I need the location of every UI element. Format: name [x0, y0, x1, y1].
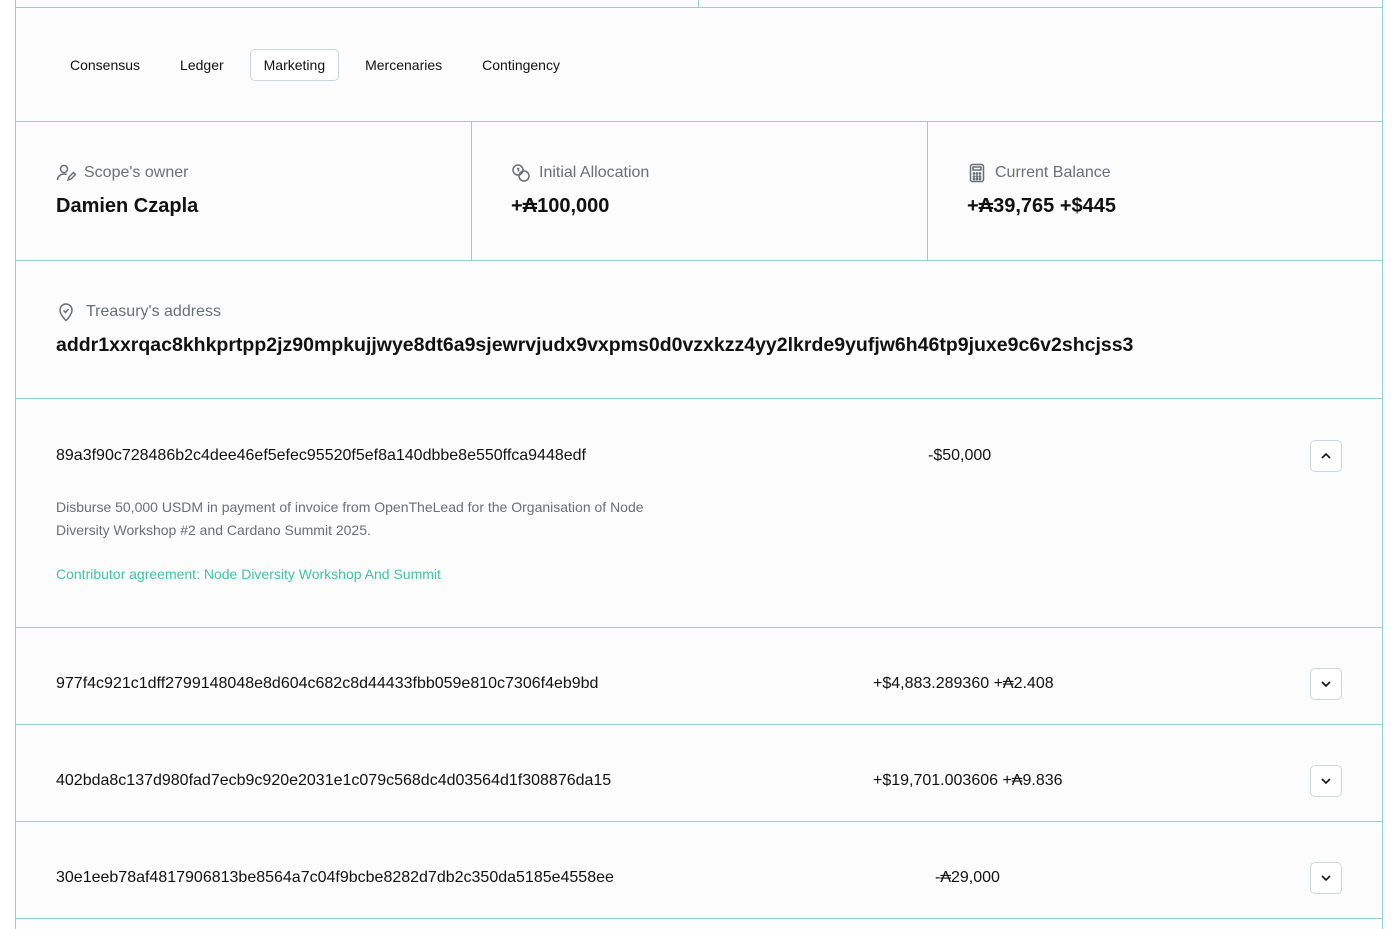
tab-contingency[interactable]: Contingency — [468, 49, 574, 81]
top-strip — [16, 0, 1382, 8]
transaction-hash: 402bda8c137d980fad7ecb9c920e2031e1c079c5… — [56, 772, 612, 789]
calculator-icon — [969, 163, 985, 183]
chevron-up-icon — [1321, 452, 1331, 459]
treasury-label: Treasury's address — [86, 303, 221, 320]
balance-stat: Current Balance +₳39,765 +$445 — [927, 122, 1383, 260]
tab-marketing[interactable]: Marketing — [249, 49, 340, 81]
transaction-row: 30e1eeb78af4817906813be8564a7c04f9bcbe82… — [16, 822, 1382, 918]
transaction-amount: -₳29,000 — [935, 869, 1000, 886]
balance-value: +₳39,765 +$445 — [967, 195, 1117, 217]
expand-button[interactable] — [1310, 765, 1342, 797]
transaction-row: 977f4c921c1dff2799148048e8d604c682c8d444… — [16, 628, 1382, 724]
transaction-hash: 977f4c921c1dff2799148048e8d604c682c8d444… — [56, 675, 599, 692]
allocation-stat: Initial Allocation +₳100,000 — [471, 122, 927, 260]
balance-label: Current Balance — [995, 164, 1111, 181]
user-edit-icon — [56, 164, 76, 182]
transaction-amount: -$50,000 — [928, 447, 992, 464]
allocation-value: +₳100,000 — [511, 195, 610, 217]
map-pin-icon — [59, 303, 73, 322]
chevron-down-icon — [1321, 875, 1331, 882]
transaction-amount: +$19,701.003606 +₳9.836 — [873, 772, 1063, 789]
contributor-agreement-link[interactable]: Contributor agreement: Node Diversity Wo… — [56, 566, 441, 582]
chevron-down-icon — [1321, 681, 1331, 688]
transaction-row: 402bda8c137d980fad7ecb9c920e2031e1c079c5… — [16, 725, 1382, 821]
tab-mercenaries[interactable]: Mercenaries — [351, 49, 456, 81]
tab-ledger[interactable]: Ledger — [166, 49, 238, 81]
transaction-amount: +$4,883.289360 +₳2.408 — [873, 675, 1054, 692]
expand-button[interactable] — [1310, 668, 1342, 700]
transaction-hash: 89a3f90c728486b2c4dee46ef5efec95520f5ef8… — [56, 447, 586, 464]
expand-button[interactable] — [1310, 862, 1342, 894]
treasury-address-section: Treasury's address addr1xxrqac8khkprtpp2… — [16, 261, 1382, 398]
chevron-down-icon — [1321, 778, 1331, 785]
transaction-row: 89a3f90c728486b2c4dee46ef5efec95520f5ef8… — [16, 399, 1382, 627]
treasury-address: addr1xxrqac8khkprtpp2jz90mpkujjwye8dt6a9… — [56, 334, 1134, 356]
scope-tabs: Consensus Ledger Marketing Mercenaries C… — [56, 49, 586, 81]
tab-consensus[interactable]: Consensus — [56, 49, 154, 81]
treasury-panel: Consensus Ledger Marketing Mercenaries C… — [15, 0, 1383, 929]
collapse-button[interactable] — [1310, 440, 1342, 472]
allocation-label: Initial Allocation — [539, 164, 650, 181]
coins-icon — [512, 164, 530, 182]
transaction-description: Disburse 50,000 USDM in payment of invoi… — [56, 499, 644, 538]
transaction-hash: 30e1eeb78af4817906813be8564a7c04f9bcbe82… — [56, 869, 614, 886]
owner-stat: Scope's owner Damien Czapla — [16, 122, 471, 260]
owner-value: Damien Czapla — [56, 195, 199, 217]
owner-label: Scope's owner — [84, 164, 189, 181]
